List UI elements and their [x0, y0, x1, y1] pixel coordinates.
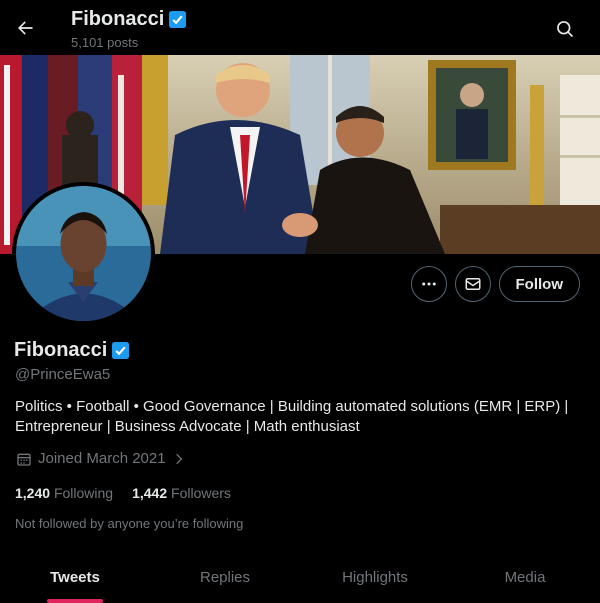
tab-tweets[interactable]: Tweets — [0, 553, 150, 603]
more-options-button[interactable] — [410, 266, 447, 302]
search-icon — [557, 21, 574, 38]
tab-label: Replies — [199, 569, 251, 586]
back-button[interactable] — [8, 11, 42, 45]
followers-link[interactable]: 1,442 Followers — [132, 485, 231, 501]
back-arrow-icon — [18, 21, 33, 35]
followers-label: Followers — [171, 485, 231, 501]
message-button[interactable] — [454, 266, 491, 302]
tab-media[interactable]: Media — [450, 553, 600, 603]
tab-highlights[interactable]: Highlights — [300, 553, 450, 603]
header-title-row: Fibonacci — [71, 8, 187, 31]
following-label: Following — [53, 485, 114, 501]
profile-name: Fibonacci — [14, 339, 108, 361]
message-icon — [465, 278, 480, 290]
followers-count: 1,442 — [132, 485, 168, 501]
tab-label: Tweets — [50, 569, 100, 586]
chevron-right-icon — [175, 453, 182, 464]
header-title: Fibonacci — [71, 8, 165, 30]
verified-badge-icon — [169, 10, 187, 29]
joined-text: Joined March 2021 — [38, 450, 166, 467]
calendar-icon — [17, 453, 31, 466]
search-button[interactable] — [550, 14, 580, 44]
tab-label: Media — [504, 569, 546, 586]
active-tab-indicator — [47, 599, 103, 603]
more-icon — [421, 282, 436, 286]
joined-date[interactable]: Joined March 2021 — [16, 450, 186, 467]
avatar-container[interactable] — [12, 182, 155, 325]
avatar-image — [16, 186, 151, 321]
following-count: 1,240 — [15, 485, 51, 501]
tab-replies[interactable]: Replies — [150, 553, 300, 603]
not-followed-notice: Not followed by anyone you’re following — [15, 516, 244, 531]
verified-badge-icon — [112, 341, 130, 360]
avatar — [16, 186, 151, 321]
tab-label: Highlights — [342, 569, 408, 586]
following-link[interactable]: 1,240 Following — [15, 485, 113, 501]
profile-header-bar: Fibonacci 5,101 posts — [0, 0, 600, 55]
profile-handle: @PrinceEwa5 — [15, 366, 111, 383]
posts-count: 5,101 posts — [71, 35, 139, 50]
profile-tabs: Tweets Replies Highlights Media — [0, 553, 600, 603]
profile-name-row: Fibonacci — [14, 339, 130, 362]
profile-bio: Politics • Football • Good Governance | … — [15, 398, 569, 435]
follow-button[interactable]: Follow — [498, 266, 580, 302]
profile-actions: Follow — [410, 266, 580, 302]
follow-stats: 1,240 Following 1,442 Followers — [15, 485, 231, 501]
